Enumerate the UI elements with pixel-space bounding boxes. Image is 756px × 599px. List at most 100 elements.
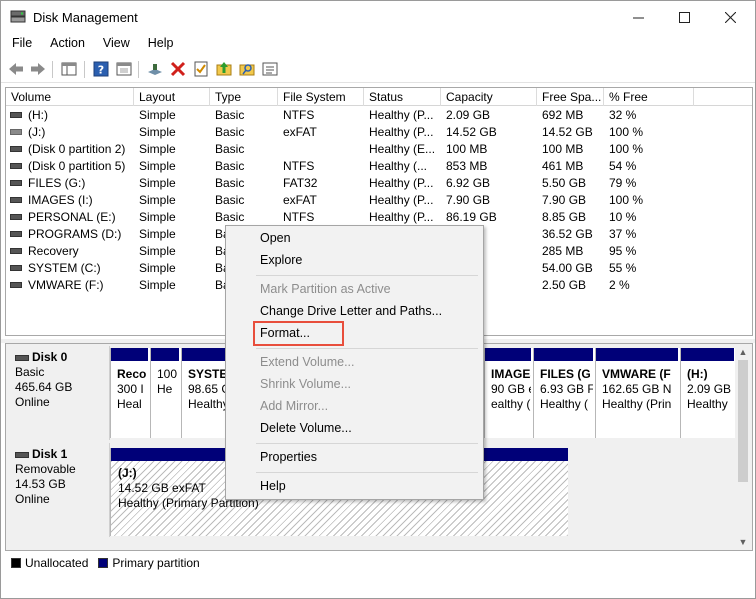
volume-cell-capacity: 86.19 GB <box>446 210 497 224</box>
volume-cell-fs: NTFS <box>283 210 315 224</box>
menu-help-item[interactable]: Help <box>260 479 286 493</box>
scroll-down-icon[interactable]: ▼ <box>735 534 751 550</box>
volume-cell-layout: Simple <box>139 176 176 190</box>
column-status[interactable]: Status <box>364 88 441 106</box>
partition-disk0-2[interactable]: 100 He <box>150 348 179 438</box>
volume-cell-name: PERSONAL (E:) <box>28 210 116 224</box>
volume-row[interactable]: IMAGES (I:) Simple Basic exFAT Healthy (P...… <box>6 192 752 209</box>
column-free-space[interactable]: Free Spa... <box>537 88 604 106</box>
volume-cell-free: 285 MB <box>542 244 584 258</box>
help-icon[interactable]: ? <box>92 60 110 78</box>
volume-cell-free: 14.52 GB <box>542 125 593 139</box>
volume-cell-free: 54.00 GB <box>542 261 593 275</box>
volume-cell-layout: Simple <box>139 125 176 139</box>
delete-x-icon[interactable] <box>169 60 187 78</box>
toolbar: ? <box>1 56 755 83</box>
console-tree-icon[interactable] <box>60 60 78 78</box>
column-capacity[interactable]: Capacity <box>441 88 537 106</box>
volume-cell-name: FILES (G:) <box>28 176 86 190</box>
menu-file[interactable]: File <box>1 33 39 55</box>
volume-cell-name: Recovery <box>28 244 79 258</box>
volume-cell-name: (Disk 0 partition 2) <box>28 142 126 156</box>
checklist-icon[interactable] <box>192 60 210 78</box>
legend-primary: Primary partition <box>112 556 200 570</box>
disk-icon <box>15 354 29 361</box>
disk-1-size: 14.53 GB <box>15 477 66 491</box>
volume-list-header: Volume Layout Type File System Status Ca… <box>6 88 752 106</box>
volume-row[interactable]: PERSONAL (E:) Simple Basic NTFS Healthy (P..… <box>6 209 752 226</box>
partition-vmware-f-label: VMWARE (F <box>602 367 671 381</box>
partition-files-g[interactable]: FILES (G 6.93 GB F Healthy ( <box>533 348 593 438</box>
volume-row[interactable]: (Disk 0 partition 2) Simple Basic Healthy (… <box>6 141 752 158</box>
volume-cell-layout: Simple <box>139 193 176 207</box>
volume-row[interactable]: (H:) Simple Basic NTFS Healthy (P... 2.09 GB 6… <box>6 107 752 124</box>
disk-0-label[interactable]: Disk 0 Basic 465.64 GB Online <box>9 346 110 440</box>
graphical-view-scrollbar[interactable]: ▲ ▼ <box>735 344 751 550</box>
partition-recovery[interactable]: Reco 300 I Heal <box>110 348 148 438</box>
primary-partition-swatch <box>98 558 109 568</box>
volume-cell-capacity: 7.90 GB <box>446 193 491 207</box>
menu-format[interactable]: Format... <box>260 326 310 340</box>
folder-up-icon[interactable] <box>215 60 233 78</box>
removable-disk-icon <box>15 451 29 458</box>
properties-window-icon[interactable] <box>115 60 133 78</box>
volume-cell-pct: 95 % <box>609 244 637 258</box>
column-volume[interactable]: Volume <box>6 88 134 106</box>
back-arrow-icon[interactable] <box>7 60 25 78</box>
volume-cell-status: Healthy (P... <box>369 193 434 207</box>
volume-cell-layout: Simple <box>139 227 176 241</box>
volume-cell-pct: 37 % <box>609 227 637 241</box>
close-button[interactable] <box>707 1 753 33</box>
menu-help[interactable]: Help <box>137 33 181 55</box>
volume-cell-pct: 32 % <box>609 108 637 122</box>
menu-properties[interactable]: Properties <box>260 450 317 464</box>
volume-cell-name: VMWARE (F:) <box>28 278 104 292</box>
context-menu: Open Explore Mark Partition as Active Ch… <box>225 225 484 500</box>
column-percent-free[interactable]: % Free <box>604 88 694 106</box>
partition-h-size: 2.09 GB <box>687 382 732 396</box>
partition-h[interactable]: (H:) 2.09 GB Healthy <box>680 348 734 438</box>
close-icon <box>724 11 736 23</box>
volume-cell-name: PROGRAMS (D:) <box>28 227 122 241</box>
forward-arrow-icon[interactable] <box>29 60 47 78</box>
partition-vmware-f-status: Healthy (Prin <box>602 397 672 411</box>
disk-0-name: Disk 0 <box>32 350 68 364</box>
scroll-up-icon[interactable]: ▲ <box>735 344 751 360</box>
partition-disk0-2-size: 100 <box>157 367 178 381</box>
menu-change-drive-letter[interactable]: Change Drive Letter and Paths... <box>260 304 442 318</box>
column-file-system[interactable]: File System <box>278 88 364 106</box>
volume-cell-free: 692 MB <box>542 108 584 122</box>
volume-cell-pct: 100 % <box>609 125 644 139</box>
volume-row[interactable]: (J:) Simple Basic exFAT Healthy (P... 14.52 G… <box>6 124 752 141</box>
partition-files-g-label: FILES (G <box>540 367 591 381</box>
list-view-icon[interactable] <box>261 60 279 78</box>
menu-action[interactable]: Action <box>39 33 92 55</box>
scroll-thumb[interactable] <box>738 360 748 482</box>
volume-cell-layout: Simple <box>139 278 176 292</box>
maximize-button[interactable] <box>661 1 707 33</box>
legend: Unallocated Primary partition <box>5 553 753 573</box>
column-layout[interactable]: Layout <box>134 88 210 106</box>
connect-icon[interactable] <box>146 60 164 78</box>
search-folder-icon[interactable] <box>238 60 256 78</box>
partition-vmware-f-size: 162.65 GB N <box>602 382 672 396</box>
menu-open[interactable]: Open <box>260 231 291 245</box>
volume-cell-name: IMAGES (I:) <box>28 193 93 207</box>
disk-1-kind: Removable <box>15 462 76 476</box>
menu-explore[interactable]: Explore <box>260 253 302 267</box>
menu-delete-volume[interactable]: Delete Volume... <box>260 421 352 435</box>
disk-management-window: Disk Management File Action View Help ? <box>0 0 756 599</box>
menu-view[interactable]: View <box>92 33 137 55</box>
volume-cell-free: 461 MB <box>542 159 584 173</box>
minimize-button[interactable] <box>615 1 661 33</box>
column-type[interactable]: Type <box>210 88 278 106</box>
volume-cell-fs: NTFS <box>283 159 315 173</box>
disk-1-label[interactable]: Disk 1 Removable 14.53 GB Online <box>9 443 110 537</box>
volume-cell-layout: Simple <box>139 244 176 258</box>
volume-row[interactable]: (Disk 0 partition 5) Simple Basic NTFS Healt… <box>6 158 752 175</box>
volume-cell-name: SYSTEM (C:) <box>28 261 101 275</box>
volume-row[interactable]: FILES (G:) Simple Basic FAT32 Healthy (P... 6… <box>6 175 752 192</box>
partition-files-g-size: 6.93 GB F <box>540 382 593 396</box>
partition-images[interactable]: IMAGES90 GB eealthy ( <box>484 348 531 438</box>
partition-vmware-f[interactable]: VMWARE (F 162.65 GB N Healthy (Prin <box>595 348 678 438</box>
